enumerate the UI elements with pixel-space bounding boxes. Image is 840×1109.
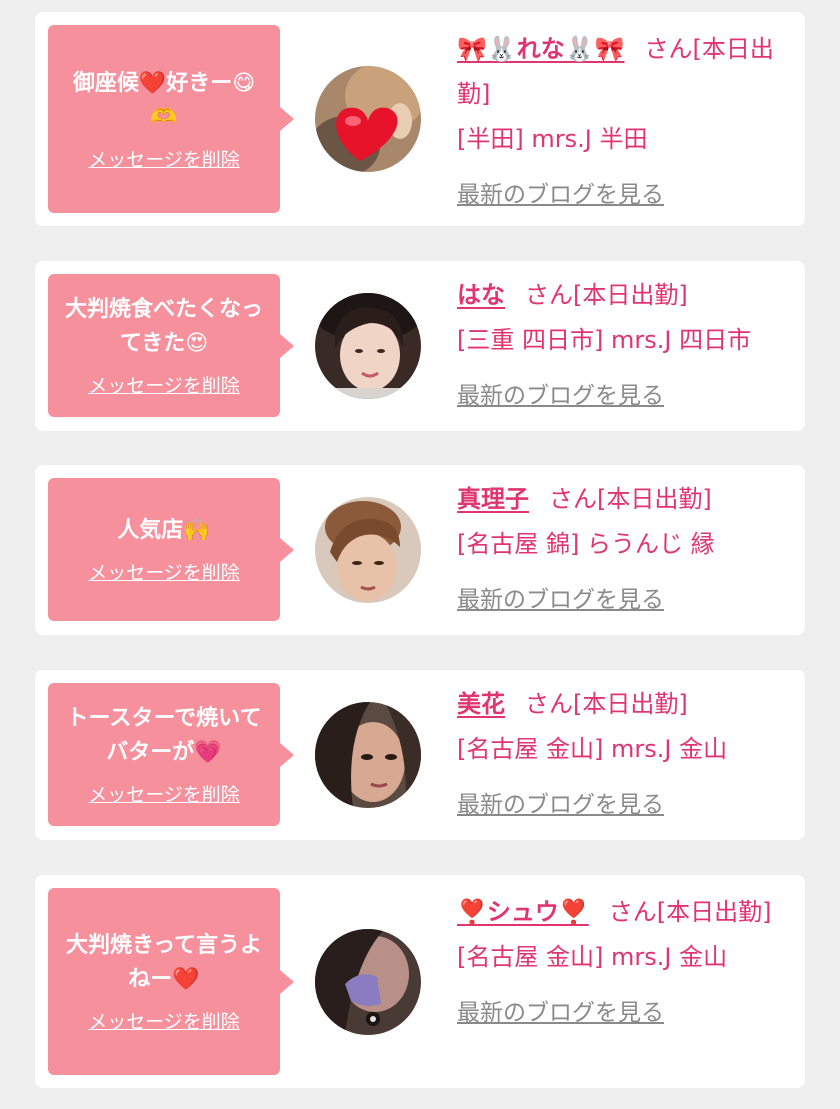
cast-status: さん[本日出勤] (525, 281, 688, 309)
message-card: 御座候❤️好きー😋🫶 メッセージを削除 🎀🐰れな🐰🎀 さん[本日出勤] [半田] … (35, 12, 805, 226)
latest-blog-link[interactable]: 最新のブログを見る (457, 182, 664, 208)
message-card: トースターで焼いてバターが💗 メッセージを削除 美花 さん[本日出勤] [名古屋 … (35, 670, 805, 840)
latest-blog-link[interactable]: 最新のブログを見る (457, 792, 664, 818)
message-text: トースターで焼いてバターが💗 (66, 706, 262, 765)
cast-status: さん[本日出勤] (549, 485, 712, 513)
latest-blog-link[interactable]: 最新のブログを見る (457, 1000, 664, 1026)
avatar[interactable] (315, 293, 421, 399)
message-card: 大判焼きって言うよねー❤️ メッセージを削除 ❣️シュウ❣️ さん[本日出勤] [… (35, 875, 805, 1088)
cast-info: 美花 さん[本日出勤] [名古屋 金山] mrs.J 金山 最新のブログを見る (457, 682, 797, 818)
delete-message-link[interactable]: メッセージを削除 (88, 145, 240, 172)
delete-message-link[interactable]: メッセージを削除 (88, 780, 240, 807)
cast-status: さん[本日出勤] (608, 898, 772, 926)
message-bubble: 大判焼食べたくなってきた😍 メッセージを削除 (48, 274, 294, 417)
cast-name-link[interactable]: ❣️シュウ❣️ (457, 898, 589, 926)
store-label: [半田] mrs.J 半田 (457, 125, 648, 153)
delete-message-link[interactable]: メッセージを削除 (88, 371, 240, 398)
avatar[interactable] (315, 929, 421, 1035)
delete-message-link[interactable]: メッセージを削除 (88, 558, 240, 585)
message-bubble: 御座候❤️好きー😋🫶 メッセージを削除 (48, 25, 294, 213)
cast-info: 🎀🐰れな🐰🎀 さん[本日出勤] [半田] mrs.J 半田 最新のブログを見る (457, 27, 797, 208)
message-text: 御座候❤️好きー😋🫶 (72, 70, 256, 130)
cast-info: 真理子 さん[本日出勤] [名古屋 錦] らうんじ 縁 最新のブログを見る (457, 477, 797, 613)
message-text: 大判焼きって言うよねー❤️ (65, 933, 263, 992)
store-label: [名古屋 金山] mrs.J 金山 (457, 735, 728, 763)
cast-status: さん[本日出勤] (525, 690, 688, 718)
message-card: 人気店🙌 メッセージを削除 真理子 さん[本日出勤] [名古屋 錦] らうんじ 縁… (35, 465, 805, 635)
message-text: 人気店🙌 (117, 518, 211, 543)
store-label: [名古屋 金山] mrs.J 金山 (457, 943, 728, 971)
avatar[interactable] (315, 497, 421, 603)
cast-name-link[interactable]: 真理子 (457, 485, 529, 513)
delete-message-link[interactable]: メッセージを削除 (88, 1007, 240, 1034)
store-label: [三重 四日市] mrs.J 四日市 (457, 326, 752, 354)
store-label: [名古屋 錦] らうんじ 縁 (457, 530, 715, 558)
message-card: 大判焼食べたくなってきた😍 メッセージを削除 はな さん[本日出勤] [三重 四日… (35, 261, 805, 431)
message-bubble: 大判焼きって言うよねー❤️ メッセージを削除 (48, 888, 294, 1075)
cast-name-link[interactable]: はな (457, 281, 505, 309)
message-bubble: 人気店🙌 メッセージを削除 (48, 478, 294, 621)
cast-name-link[interactable]: 美花 (457, 690, 505, 718)
latest-blog-link[interactable]: 最新のブログを見る (457, 383, 664, 409)
latest-blog-link[interactable]: 最新のブログを見る (457, 587, 664, 613)
avatar[interactable] (315, 66, 421, 172)
message-bubble: トースターで焼いてバターが💗 メッセージを削除 (48, 683, 294, 826)
cast-info: ❣️シュウ❣️ さん[本日出勤] [名古屋 金山] mrs.J 金山 最新のブログ… (457, 890, 797, 1026)
message-text: 大判焼食べたくなってきた😍 (64, 297, 263, 356)
cast-name-link[interactable]: 🎀🐰れな🐰🎀 (457, 35, 625, 63)
cast-info: はな さん[本日出勤] [三重 四日市] mrs.J 四日市 最新のブログを見る (457, 273, 797, 409)
avatar[interactable] (315, 702, 421, 808)
